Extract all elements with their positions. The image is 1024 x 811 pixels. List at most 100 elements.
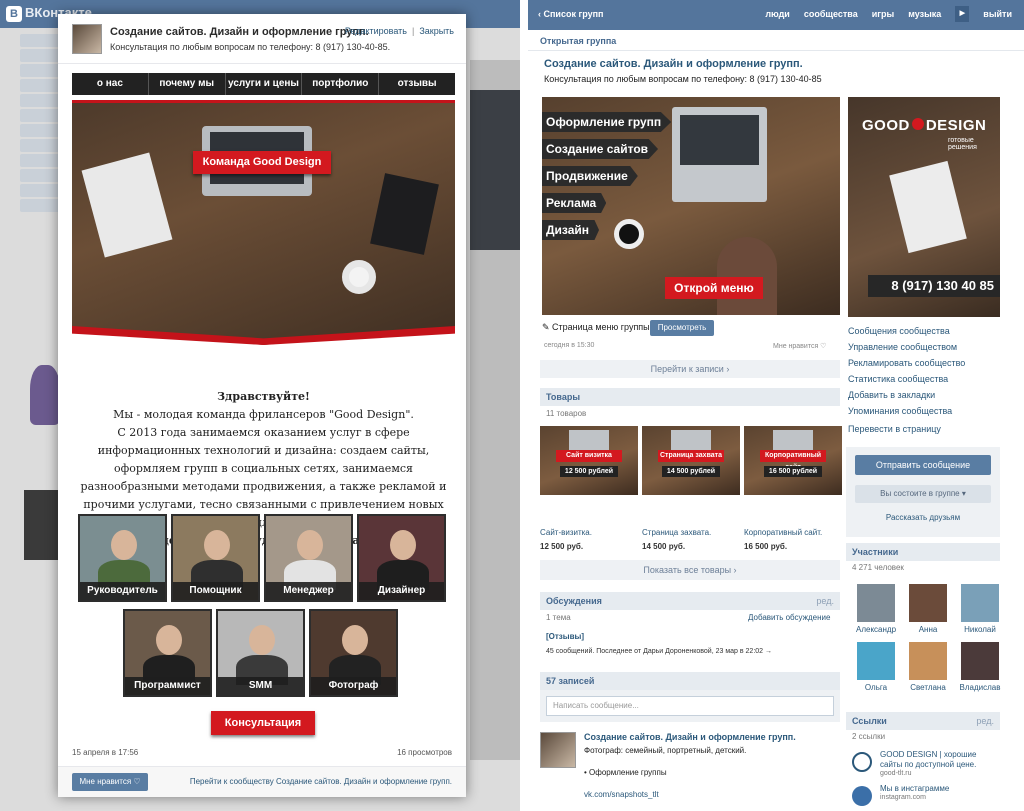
open-menu-label: Открой меню <box>665 277 763 299</box>
team-member-tile[interactable]: SMM <box>216 609 305 697</box>
nav-item-services[interactable]: услуги и цены <box>226 73 303 95</box>
goto-group-link[interactable]: Перейти к сообществу Создание сайтов. Ди… <box>190 777 452 786</box>
rocket-icon <box>911 118 924 130</box>
nav-item-portfolio[interactable]: портфолио <box>302 73 380 95</box>
discussions-title[interactable]: Обсуждения <box>546 596 602 606</box>
greeting-hello: Здравствуйте! <box>217 390 310 403</box>
links-edit-link[interactable]: ред. <box>976 712 994 730</box>
product-tag: Страница захвата <box>658 450 724 462</box>
wall-compose: Написать сообщение... <box>540 690 840 722</box>
wall-post-input[interactable]: Написать сообщение... <box>546 696 834 716</box>
logo-tagline: готовые решения <box>948 137 977 151</box>
link-statistics[interactable]: Статистика сообщества <box>848 371 965 387</box>
like-button[interactable]: Мне нравится ♡ <box>72 773 148 791</box>
membership-dropdown[interactable]: Вы состоите в группе ▾ <box>855 485 991 503</box>
play-icon[interactable]: ▶ <box>955 6 970 22</box>
nav-item-reviews[interactable]: отзывы <box>379 73 455 95</box>
logo-text-a: GOOD <box>862 117 910 134</box>
discussions-count: 1 тема <box>546 613 571 622</box>
nav-item-about[interactable]: о нас <box>72 73 149 95</box>
nav-item-why-us[interactable]: почему мы <box>149 73 226 95</box>
member-avatar <box>909 584 947 622</box>
link-title[interactable]: GOOD DESIGN | хорошие <box>880 750 976 759</box>
edit-link[interactable]: Редактировать <box>345 26 407 36</box>
page-like[interactable]: Мне нравится ♡ <box>773 342 826 350</box>
person-face <box>342 625 368 655</box>
community-avatar[interactable]: GOOD DESIGN готовые решения 8 (917) 130 4… <box>848 97 1000 317</box>
team-member-tile[interactable]: Помощник <box>171 514 260 602</box>
product-price: 16 500 руб. <box>744 542 788 551</box>
show-all-products-link[interactable]: Показать все товары › <box>540 560 840 580</box>
member-item[interactable]: Светлана <box>904 642 952 692</box>
team-row-1: Руководитель Помощник Менеджер Дизайнер <box>78 514 446 602</box>
group-page: ‹ Список групп люди сообщества игры музы… <box>528 0 1024 811</box>
nav-music[interactable]: музыка <box>908 9 941 22</box>
member-item[interactable]: Николай <box>956 584 1004 634</box>
page-menu-label[interactable]: Страница меню группы <box>552 322 650 332</box>
product-card[interactable]: Страница захвата 14 500 рублей <box>642 426 740 495</box>
product-name[interactable]: Корпоративный сайт. <box>744 528 844 537</box>
post-author[interactable]: Создание сайтов. Дизайн и оформление гру… <box>584 732 796 742</box>
greeting-intro: Мы - молодая команда фрилансеров "Good D… <box>113 408 414 421</box>
consult-button[interactable]: Консультация <box>211 711 315 735</box>
group-menu-image[interactable]: Оформление групп Создание сайтов Продвиж… <box>542 97 840 315</box>
popup-subtitle: Консультация по любым вопросам по телефо… <box>110 42 391 52</box>
good-design-link-icon[interactable] <box>852 752 872 772</box>
group-avatar[interactable] <box>72 24 102 54</box>
product-card[interactable]: Сайт визитка 12 500 рублей <box>540 426 638 495</box>
products-header[interactable]: Товары <box>540 388 840 406</box>
member-item[interactable]: Александр <box>852 584 900 634</box>
nav-communities[interactable]: сообщества <box>804 9 858 22</box>
team-role-label: Помощник <box>173 582 258 600</box>
link-title-line2[interactable]: сайты по доступной цене. <box>880 760 976 769</box>
nav-games[interactable]: игры <box>872 9 894 22</box>
discussions-edit-link[interactable]: ред. <box>816 592 834 610</box>
nav-people[interactable]: люди <box>765 9 790 22</box>
member-item[interactable]: Ольга <box>852 642 900 692</box>
product-card[interactable]: Корпоративный сайт 16 500 рублей <box>744 426 842 495</box>
add-discussion-link[interactable]: Добавить обсуждение <box>748 613 830 622</box>
nav-exit[interactable]: выйти <box>983 9 1012 22</box>
post-link[interactable]: vk.com/snapshots_tlt <box>584 790 659 799</box>
member-item[interactable]: Анна <box>904 584 952 634</box>
links-title[interactable]: Ссылки <box>852 716 887 726</box>
popup-footer: Мне нравится ♡ Перейти к сообществу Созд… <box>58 766 466 797</box>
wall-header[interactable]: 57 записей <box>540 672 840 690</box>
link-manage-community[interactable]: Управление сообществом <box>848 339 965 355</box>
transfer-to-page-link[interactable]: Перевести в страницу <box>848 424 941 434</box>
popup-title[interactable]: Создание сайтов. Дизайн и оформление гру… <box>110 26 369 38</box>
team-role-label: Руководитель <box>80 582 165 600</box>
send-message-button[interactable]: Отправить сообщение <box>855 455 991 475</box>
link-mentions[interactable]: Упоминания сообщества <box>848 403 965 419</box>
link-title[interactable]: Мы в инстаграмме <box>880 784 949 793</box>
close-link[interactable]: Закрыть <box>419 26 454 36</box>
avatar-phone: 8 (917) 130 40 85 <box>868 275 1000 297</box>
view-button[interactable]: Просмотреть <box>650 320 714 336</box>
team-member-tile[interactable]: Фотограф <box>309 609 398 697</box>
goto-post-link[interactable]: Перейти к записи › <box>540 360 840 378</box>
post-author-avatar[interactable] <box>540 732 576 768</box>
product-name[interactable]: Страница захвата. <box>642 528 742 537</box>
team-member-tile[interactable]: Дизайнер <box>357 514 446 602</box>
member-avatar <box>857 584 895 622</box>
instagram-icon[interactable] <box>852 786 872 806</box>
team-member-tile[interactable]: Программист <box>123 609 212 697</box>
action-box: Отправить сообщение Вы состоите в группе… <box>846 447 1000 537</box>
discussion-topic[interactable]: [Отзывы] <box>546 632 584 641</box>
team-role-label: Программист <box>125 677 210 695</box>
team-member-tile[interactable]: Менеджер <box>264 514 353 602</box>
views-count: 16 просмотров <box>397 748 452 757</box>
link-community-messages[interactable]: Сообщения сообщества <box>848 323 965 339</box>
divider <box>528 50 1024 51</box>
back-to-groups-link[interactable]: ‹ Список групп <box>538 9 603 19</box>
link-bookmarks[interactable]: Добавить в закладки <box>848 387 965 403</box>
member-item[interactable]: Владислав <box>956 642 1004 692</box>
link-advertise[interactable]: Рекламировать сообщество <box>848 355 965 371</box>
team-member-tile[interactable]: Руководитель <box>78 514 167 602</box>
vk-left-menu <box>20 34 60 214</box>
members-header[interactable]: Участники <box>846 543 1000 561</box>
product-name[interactable]: Сайт-визитка. <box>540 528 640 537</box>
team-role-label: Дизайнер <box>359 582 444 600</box>
products-count: 11 товаров <box>546 409 587 418</box>
tell-friends-link[interactable]: Рассказать друзьям <box>846 513 1000 522</box>
